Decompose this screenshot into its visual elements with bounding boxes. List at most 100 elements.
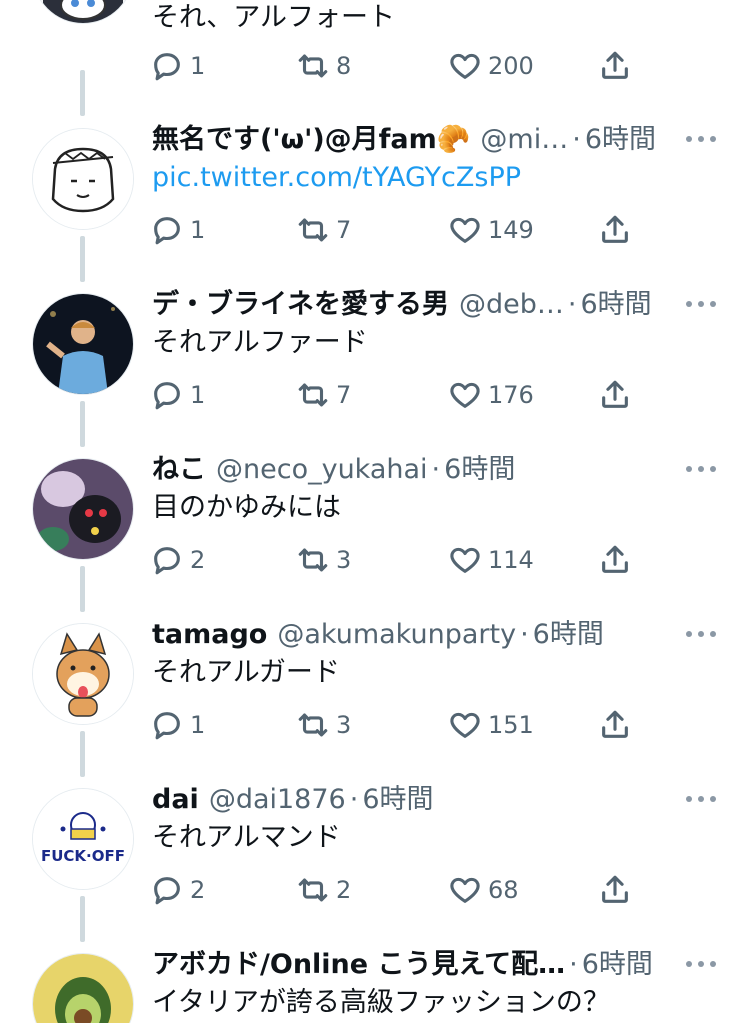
reply-button[interactable]: 2 [150, 540, 205, 580]
share-button[interactable] [598, 46, 632, 86]
share-button[interactable] [598, 870, 632, 910]
timestamp[interactable]: 6時間 [533, 615, 604, 655]
like-button[interactable]: 176 [448, 375, 534, 415]
reply-count: 1 [190, 216, 206, 244]
avatar[interactable] [32, 128, 134, 230]
retweet-button[interactable]: 2 [296, 870, 351, 910]
user-handle[interactable]: @dai1876 [209, 780, 346, 820]
more-icon[interactable] [686, 301, 716, 309]
retweet-icon [298, 878, 328, 902]
retweet-button[interactable]: 7 [296, 375, 351, 415]
avatar-image [33, 294, 133, 394]
avatar[interactable] [32, 293, 134, 395]
retweet-icon [298, 713, 328, 737]
timestamp[interactable]: 6時間 [585, 120, 656, 160]
like-button[interactable]: 68 [448, 870, 519, 910]
display-name[interactable]: アボカド/Online こう見えて配… [152, 945, 565, 985]
share-icon [602, 380, 628, 408]
retweet-button[interactable]: 3 [296, 540, 351, 580]
like-count: 151 [488, 711, 534, 739]
reply-button[interactable]: 1 [150, 705, 205, 745]
more-icon[interactable] [686, 796, 716, 804]
tweet-text: それアルファード [152, 327, 368, 358]
tweet-text: イタリアが誇る高級ファッションの？ [152, 987, 610, 1018]
like-icon [450, 217, 480, 243]
like-icon [450, 547, 480, 573]
like-button[interactable]: 200 [448, 46, 534, 86]
user-handle[interactable]: @akumakunparty [277, 615, 516, 655]
like-icon [450, 53, 480, 79]
timestamp[interactable]: 6時間 [362, 780, 433, 820]
user-handle[interactable]: @deb… [459, 285, 564, 325]
tweet[interactable]: アボカド/Online こう見えて配… · 6時間 イタリアが誇る高級ファッショ… [0, 945, 750, 1023]
share-icon [602, 51, 628, 79]
separator-dot: · [569, 949, 578, 980]
share-button[interactable] [598, 210, 632, 250]
timestamp[interactable]: 6時間 [580, 285, 651, 325]
retweet-icon [298, 54, 328, 78]
reply-button[interactable]: 1 [150, 375, 205, 415]
more-icon[interactable] [686, 961, 716, 969]
timestamp[interactable]: 6時間 [582, 945, 653, 985]
retweet-count: 7 [336, 216, 352, 244]
timestamp[interactable]: 6時間 [444, 450, 515, 490]
tweet-header: ねこ @neco_yukahai · 6時間 [152, 450, 664, 490]
retweet-button[interactable]: 7 [296, 210, 351, 250]
display-name[interactable]: ねこ [152, 450, 206, 490]
like-button[interactable]: 149 [448, 210, 534, 250]
retweet-count: 3 [336, 546, 352, 574]
user-handle[interactable]: @neco_yukahai [216, 450, 428, 490]
like-icon [450, 712, 480, 738]
tweet[interactable]: FUCK·OFF dai @dai1876 · 6時間 それアルマンド 2 2 … [0, 780, 750, 945]
display-name[interactable]: dai [152, 780, 199, 820]
share-button[interactable] [598, 375, 632, 415]
reply-button[interactable]: 1 [150, 210, 205, 250]
like-count: 149 [488, 216, 534, 244]
share-button[interactable] [598, 705, 632, 745]
separator-dot: · [572, 124, 581, 155]
avatar[interactable] [32, 458, 134, 560]
reply-icon [154, 877, 180, 905]
like-count: 68 [488, 876, 519, 904]
display-name[interactable]: tamago [152, 615, 267, 655]
like-button[interactable]: 114 [448, 540, 534, 580]
tweet[interactable]: 無名です('ω')@月fam🥐 @mi… · 6時間 pic.twitter.c… [0, 120, 750, 285]
more-icon[interactable] [686, 466, 716, 474]
retweet-icon [298, 383, 328, 407]
user-handle[interactable]: @mi… [480, 120, 568, 160]
tweet[interactable]: デ・ブライネを愛する男 @deb… · 6時間 それアルファード 1 7 176 [0, 285, 750, 450]
retweet-button[interactable]: 8 [296, 46, 351, 86]
more-icon[interactable] [686, 136, 716, 144]
reply-count: 1 [190, 711, 206, 739]
retweet-button[interactable]: 3 [296, 705, 351, 745]
avatar[interactable] [32, 623, 134, 725]
retweet-icon [298, 218, 328, 242]
like-button[interactable]: 151 [448, 705, 534, 745]
tweet[interactable]: それ、アルフォート 1 8 200 [0, 0, 750, 112]
avatar-image [33, 459, 133, 559]
share-icon [602, 545, 628, 573]
separator-dot: · [349, 784, 359, 815]
reply-button[interactable]: 2 [150, 870, 205, 910]
display-name[interactable]: デ・ブライネを愛する男 [152, 285, 449, 325]
reply-count: 2 [190, 546, 206, 574]
reply-button[interactable]: 1 [150, 46, 205, 86]
avatar-image [33, 624, 133, 724]
tweet-actions: 2 2 68 [150, 870, 650, 910]
share-icon [602, 875, 628, 903]
tweet-text: 目のかゆみには [152, 492, 341, 523]
share-button[interactable] [598, 540, 632, 580]
display-name[interactable]: 無名です('ω')@月fam🥐 [152, 120, 470, 160]
tweet-link[interactable]: pic.twitter.com/tYAGYcZsPP [152, 158, 710, 198]
avatar-image [33, 0, 133, 23]
like-count: 200 [488, 52, 534, 80]
avatar[interactable] [32, 953, 134, 1023]
avatar[interactable]: FUCK·OFF [32, 788, 134, 890]
avatar[interactable] [32, 0, 134, 24]
like-icon [450, 382, 480, 408]
tweet[interactable]: ねこ @neco_yukahai · 6時間 目のかゆみには 2 3 114 [0, 450, 750, 615]
tweet[interactable]: tamago @akumakunparty · 6時間 それアルガード 1 3 … [0, 615, 750, 780]
tweet-header: dai @dai1876 · 6時間 [152, 780, 664, 820]
tweet-text: それアルマンド [152, 822, 341, 853]
more-icon[interactable] [686, 631, 716, 639]
